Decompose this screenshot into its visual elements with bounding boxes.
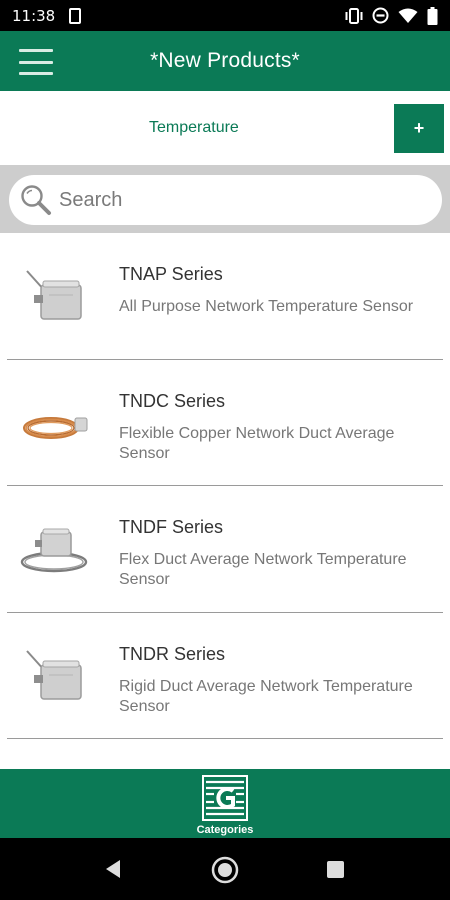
search-box[interactable] bbox=[9, 175, 442, 225]
status-bar: 11:38 bbox=[0, 0, 450, 31]
list-item[interactable]: TNAP Series All Purpose Network Temperat… bbox=[7, 233, 443, 360]
list-item[interactable]: TNDR Series Rigid Duct Average Network T… bbox=[7, 613, 443, 739]
product-name: TNDF Series bbox=[119, 517, 224, 537]
tndr-product-image bbox=[26, 649, 82, 700]
company-logo-icon bbox=[202, 775, 248, 821]
search-input[interactable] bbox=[59, 188, 419, 212]
app-bar: *New Products* bbox=[0, 31, 450, 91]
recent-apps-icon[interactable] bbox=[327, 861, 344, 878]
system-navigation-bar bbox=[0, 838, 450, 900]
category-row: Temperature + bbox=[0, 91, 450, 165]
status-icons bbox=[345, 6, 438, 25]
product-name: TNDC Series bbox=[119, 390, 226, 411]
add-button[interactable]: + bbox=[394, 104, 444, 153]
notification-icon bbox=[69, 7, 82, 24]
product-name: TNAP Series bbox=[119, 264, 223, 284]
tndf-product-image bbox=[20, 528, 88, 573]
search-bar-container bbox=[0, 165, 450, 233]
product-description: Flexible Copper Network Duct Average Sen… bbox=[119, 424, 395, 462]
wifi-icon bbox=[398, 8, 418, 23]
page-title: *New Products* bbox=[150, 49, 300, 72]
list-item[interactable]: TNDC Series Flexible Copper Network Duct… bbox=[7, 360, 443, 486]
categories-label: Categories bbox=[196, 824, 254, 836]
tndc-product-image bbox=[23, 416, 88, 439]
back-icon[interactable] bbox=[102, 858, 124, 880]
hamburger-menu-icon[interactable] bbox=[19, 49, 53, 75]
product-description: All Purpose Network Temperature Sensor bbox=[119, 298, 414, 315]
search-icon bbox=[21, 185, 51, 215]
do-not-disturb-icon bbox=[372, 7, 389, 24]
product-description: Flex Duct Average Network Temperature Se… bbox=[119, 551, 407, 588]
home-icon[interactable] bbox=[210, 855, 240, 885]
status-time: 11:38 bbox=[12, 6, 56, 25]
bottom-nav: Categories bbox=[0, 769, 450, 838]
product-list: TNAP Series All Purpose Network Temperat… bbox=[0, 233, 450, 739]
list-item[interactable]: TNDF Series Flex Duct Average Network Te… bbox=[7, 486, 443, 613]
product-name: TNDR Series bbox=[119, 643, 226, 664]
vibrate-icon bbox=[345, 7, 363, 24]
category-selector[interactable]: Temperature bbox=[149, 119, 239, 137]
product-description: Rigid Duct Average Network Temperature S… bbox=[119, 677, 413, 715]
tab-categories[interactable]: Categories bbox=[190, 771, 260, 837]
tnap-product-image bbox=[26, 270, 82, 320]
battery-icon bbox=[427, 6, 438, 25]
